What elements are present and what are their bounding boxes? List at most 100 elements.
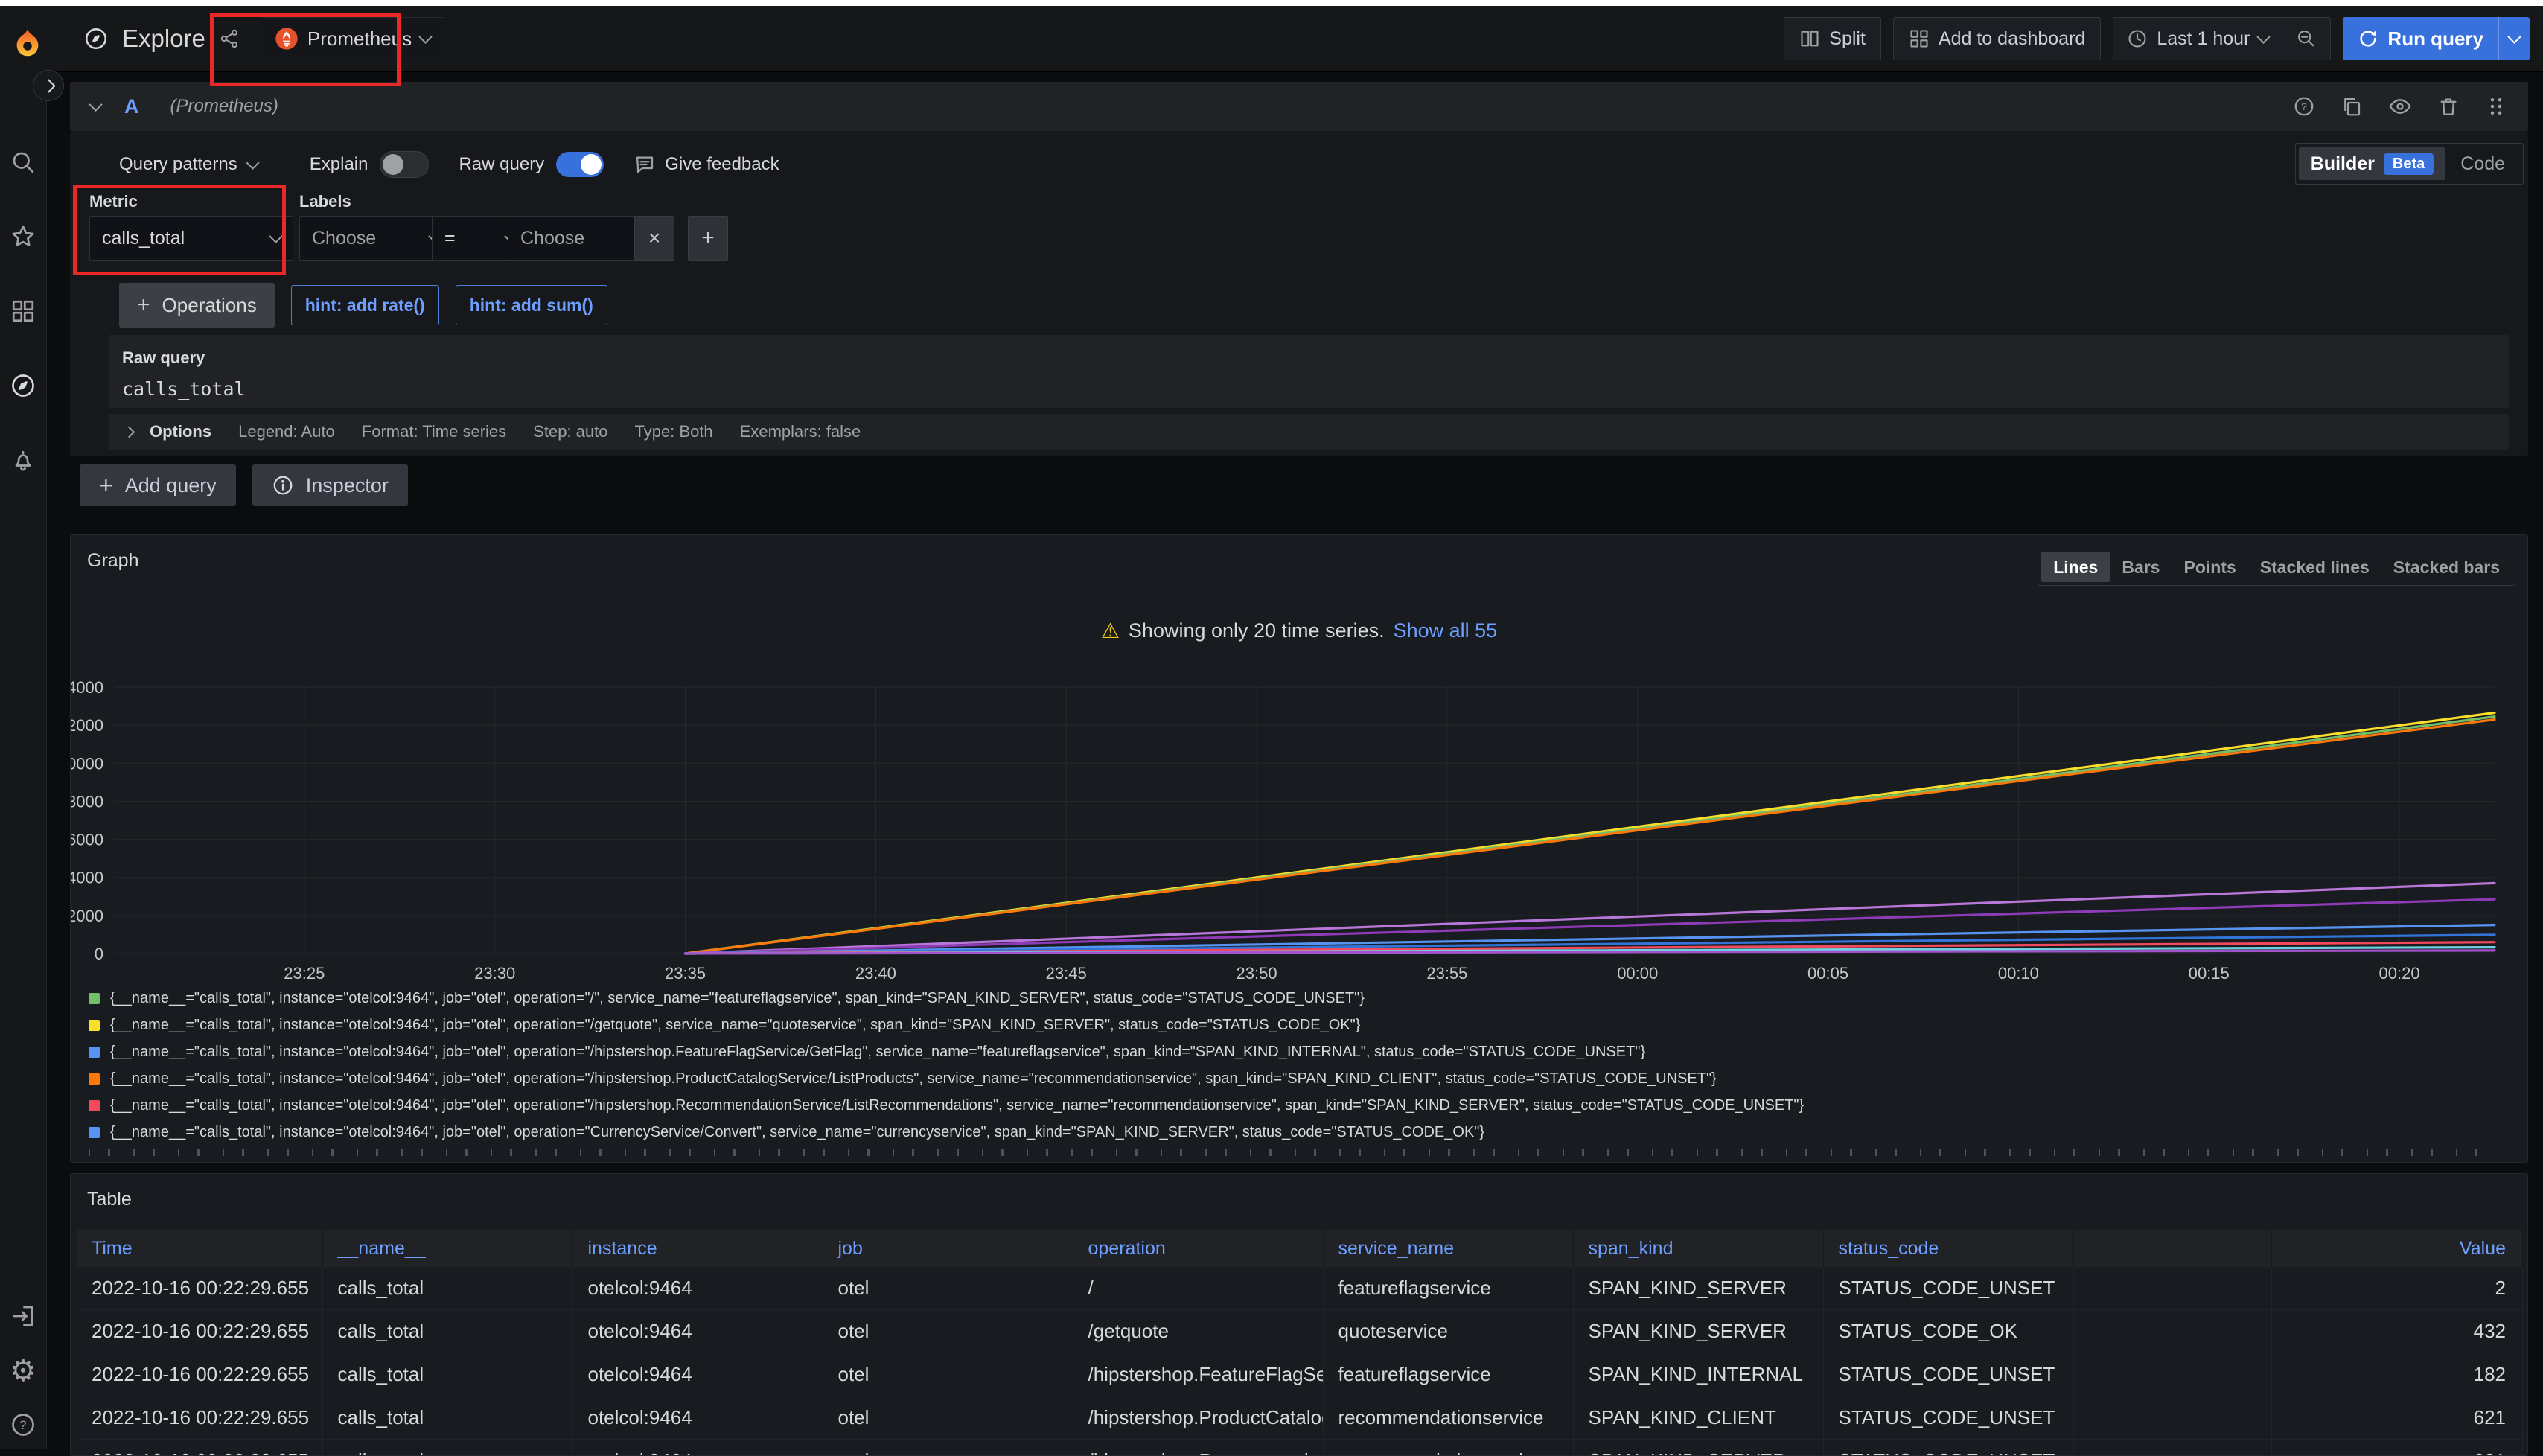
clock-icon [2127, 28, 2148, 49]
svg-text:00:05: 00:05 [1807, 964, 1848, 982]
hint-add-sum-button[interactable]: hint: add sum() [456, 285, 607, 325]
raw-query-toggle[interactable] [556, 152, 604, 177]
svg-text:23:55: 23:55 [1426, 964, 1467, 982]
toggle-visibility-eye-icon[interactable] [2388, 95, 2412, 118]
search-icon[interactable] [10, 149, 36, 176]
legend-item[interactable]: {__name__="calls_total", instance="otelc… [71, 1119, 2527, 1146]
run-query-dropdown[interactable] [2498, 17, 2530, 60]
col-value[interactable]: Value [2271, 1230, 2523, 1267]
table-panel-title: Table [87, 1189, 132, 1210]
svg-text:2000: 2000 [71, 907, 103, 925]
explore-icon[interactable] [10, 372, 36, 399]
drag-handle-icon[interactable] [2485, 95, 2507, 118]
starred-icon[interactable] [10, 223, 36, 250]
query-patterns-dropdown[interactable]: Query patterns [119, 154, 258, 175]
svg-text:00:20: 00:20 [2379, 964, 2420, 982]
nav-actions: Split Add to dashboard Last 1 hour Run q… [1784, 18, 2530, 60]
query-ref-id: A [124, 95, 139, 118]
split-button[interactable]: Split [1784, 17, 1881, 60]
grafana-logo-icon[interactable] [10, 27, 45, 61]
series-swatch [89, 1047, 100, 1058]
plus-icon: + [137, 293, 150, 318]
options-title: Options [150, 422, 211, 441]
table-row[interactable]: 2022-10-16 00:22:29.655calls_totalotelco… [77, 1310, 2523, 1353]
hint-add-rate-button[interactable]: hint: add rate() [291, 285, 439, 325]
add-to-dashboard-button[interactable]: Add to dashboard [1893, 17, 2101, 60]
info-icon [272, 474, 294, 496]
table-row[interactable]: 2022-10-16 00:22:29.655calls_totalotelco… [77, 1353, 2523, 1396]
label-operator-value: = [444, 228, 456, 249]
add-label-button[interactable]: + [688, 216, 728, 261]
legend-item[interactable]: {__name__="calls_total", instance="otelc… [71, 1092, 2527, 1119]
window-edge [0, 0, 2543, 6]
svg-text:23:50: 23:50 [1237, 964, 1277, 982]
chevron-down-icon [2257, 30, 2271, 43]
query-toolbar: Query patterns Explain Raw query Give fe… [119, 146, 779, 183]
sign-in-icon[interactable] [10, 1303, 36, 1329]
query-help-icon[interactable]: ? [2293, 95, 2315, 118]
refresh-icon [2358, 28, 2378, 49]
col-status-code[interactable]: status_code [1823, 1230, 2073, 1267]
svg-text:23:25: 23:25 [284, 964, 325, 982]
metric-value: calls_total [102, 228, 185, 249]
series-swatch [89, 993, 100, 1004]
query-patterns-label: Query patterns [119, 154, 237, 175]
zoom-out-button[interactable] [2282, 18, 2330, 60]
table-row[interactable]: 2022-10-16 00:22:29.655calls_totalotelco… [77, 1267, 2523, 1310]
svg-text:14000: 14000 [71, 678, 103, 697]
table-panel: Table Time __name__ instance job operati… [70, 1173, 2528, 1456]
run-query-button[interactable]: Run query [2343, 17, 2530, 60]
alerting-bell-icon[interactable] [10, 447, 36, 473]
legend-item[interactable]: {__name__="calls_total", instance="otelc… [71, 1012, 2527, 1038]
time-series-chart[interactable]: 23:2523:3023:3523:4023:4523:5023:5500:00… [71, 535, 2527, 982]
legend-item[interactable]: {__name__="calls_total", instance="otelc… [71, 985, 2527, 1012]
explain-toggle[interactable] [380, 151, 429, 178]
query-options-bar[interactable]: Options Legend: Auto Format: Time series… [109, 414, 2509, 450]
tab-code[interactable]: Code [2445, 153, 2520, 175]
give-feedback-link[interactable]: Give feedback [634, 153, 779, 176]
col-instance[interactable]: instance [572, 1230, 823, 1267]
svg-text:00:10: 00:10 [1998, 964, 2039, 982]
copy-query-icon[interactable] [2341, 95, 2363, 118]
table-row[interactable]: 2022-10-16 00:22:29.655calls_totalotelco… [77, 1396, 2523, 1440]
zoom-out-icon [2296, 28, 2317, 49]
col-time[interactable]: Time [77, 1230, 322, 1267]
split-icon [1799, 28, 1820, 49]
top-navbar: Explore Prometheus Split Add to dashboar… [0, 6, 2543, 72]
query-row-header[interactable]: A (Prometheus) ? [70, 82, 2528, 131]
raw-query-preview: Raw query calls_total [109, 335, 2509, 408]
col-operation[interactable]: operation [1073, 1230, 1323, 1267]
legend-item[interactable]: {__name__="calls_total", instance="otelc… [71, 1065, 2527, 1092]
col-job[interactable]: job [823, 1230, 1073, 1267]
label-key-select[interactable]: Choose [299, 216, 453, 261]
add-query-button[interactable]: + Add query [80, 464, 236, 506]
col-name[interactable]: __name__ [322, 1230, 572, 1267]
editor-mode-switch: Builder Beta Code [2295, 143, 2524, 185]
metric-select[interactable]: calls_total [89, 216, 293, 261]
delete-query-trash-icon[interactable] [2437, 95, 2460, 118]
settings-gear-icon[interactable]: ⚙ [10, 1356, 36, 1386]
dashboard-grid-icon [1909, 28, 1930, 49]
datasource-picker[interactable]: Prometheus [261, 17, 444, 60]
table-row[interactable]: 2022-10-16 00:22:29.655calls_totalotelco… [77, 1440, 2523, 1456]
plus-icon: + [701, 226, 715, 251]
col-span-kind[interactable]: span_kind [1573, 1230, 1823, 1267]
time-picker-group: Last 1 hour [2113, 17, 2331, 60]
sidebar-expand-button[interactable] [33, 70, 64, 101]
legend-row-clipped [89, 1149, 2498, 1156]
operations-row: + Operations hint: add rate() hint: add … [119, 283, 607, 328]
help-icon[interactable]: ? [10, 1411, 36, 1438]
tab-builder[interactable]: Builder Beta [2299, 147, 2445, 180]
col-service-name[interactable]: service_name [1323, 1230, 1573, 1267]
dashboards-icon[interactable] [10, 298, 36, 325]
time-range-picker[interactable]: Last 1 hour [2113, 18, 2282, 60]
graph-legend: {__name__="calls_total", instance="otelc… [71, 985, 2527, 1156]
query-row-actions: ? [2293, 95, 2528, 118]
add-query-label: Add query [125, 474, 217, 497]
legend-item[interactable]: {__name__="calls_total", instance="otelc… [71, 1038, 2527, 1065]
inspector-button[interactable]: Inspector [252, 464, 408, 506]
graph-panel: Graph Lines Bars Points Stacked lines St… [70, 534, 2528, 1163]
remove-label-button[interactable]: × [634, 216, 674, 261]
operations-button[interactable]: + Operations [119, 283, 275, 328]
share-icon[interactable] [219, 28, 240, 49]
